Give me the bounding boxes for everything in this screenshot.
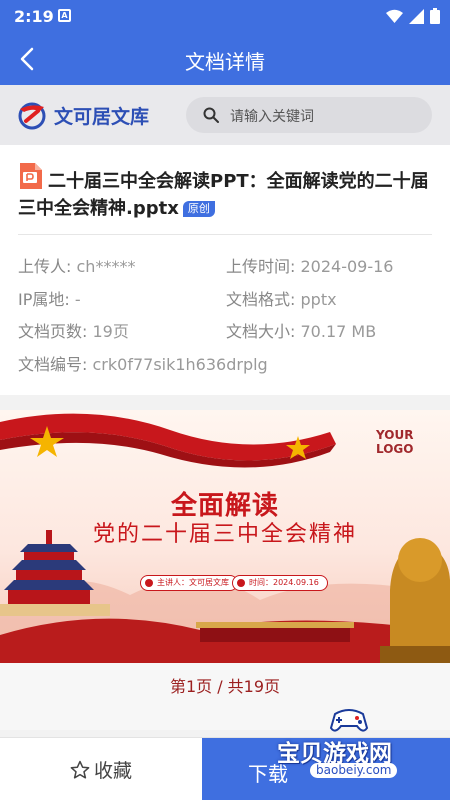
meta-file-size: 文档大小: 70.17 MB	[226, 318, 376, 342]
brand-logo[interactable]: 文可居文库	[16, 99, 149, 131]
document-preview: YOUR LOGO 全面解读 党的二十届三中全会精神 主讲人：文可居文库 时间：…	[0, 410, 450, 730]
meta-value: ch*****	[76, 257, 136, 276]
original-badge: 原创	[182, 201, 215, 217]
brand-name: 文可居文库	[54, 105, 150, 128]
page-indicator: 第1页 / 共19页	[169, 677, 281, 696]
status-bar: 2:19 A	[0, 0, 450, 33]
document-title: 二十届三中全会解读PPT：全面解读党的二十届三中全会精神.pptx	[18, 171, 429, 219]
wifi-icon	[386, 9, 403, 23]
app-bar: 文档详情	[0, 33, 450, 85]
slide-logo-text: YOUR LOGO	[376, 428, 414, 456]
search-row: 文可居文库 请输入关键词	[0, 85, 450, 145]
meta-label: 文档页数:	[18, 322, 88, 341]
meta-value: crk0f77sik1h636drplg	[92, 355, 268, 374]
meta-value: -	[74, 290, 81, 309]
meta-value: pptx	[300, 290, 337, 309]
signal-icon	[409, 8, 424, 24]
slide-presenter: 主讲人：文可居文库	[140, 575, 238, 591]
search-input[interactable]: 请输入关键词	[186, 97, 432, 133]
meta-value: 70.17 MB	[300, 322, 377, 341]
meta-page-count: 文档页数: 19页	[18, 318, 129, 342]
meta-label: 上传人:	[18, 257, 72, 276]
page-title: 文档详情	[185, 50, 265, 74]
meta-label: 文档编号:	[18, 355, 88, 374]
favorite-button[interactable]: 收藏	[0, 738, 202, 800]
notification-icon: A	[58, 9, 71, 22]
search-icon	[203, 107, 219, 123]
slide-thumbnail[interactable]: YOUR LOGO 全面解读 党的二十届三中全会精神 主讲人：文可居文库 时间：…	[0, 410, 450, 663]
meta-ip-location: IP属地: -	[18, 286, 81, 310]
star-icon	[70, 760, 90, 779]
divider	[18, 234, 432, 235]
meta-label: 文档格式:	[226, 290, 296, 309]
download-button[interactable]: 下载	[202, 738, 450, 800]
document-info-card: 二十届三中全会解读PPT：全面解读党的二十届三中全会精神.pptx 原创 上传人:…	[0, 145, 450, 395]
meta-value: 2024-09-16	[300, 257, 394, 276]
ppt-file-icon	[20, 163, 42, 189]
bottom-action-bar: 收藏 下载	[0, 737, 450, 800]
meta-upload-time: 上传时间: 2024-09-16	[226, 253, 393, 277]
download-label: 下载	[248, 762, 288, 786]
meta-label: 文档大小:	[226, 322, 296, 341]
brand-logo-icon	[18, 102, 46, 130]
status-time: 2:19	[14, 7, 54, 26]
meta-format: 文档格式: pptx	[226, 286, 337, 310]
meta-value: 19页	[92, 322, 129, 341]
meta-document-id: 文档编号: crk0f77sik1h636drplg	[18, 351, 268, 375]
favorite-label: 收藏	[93, 760, 132, 782]
document-title-block: 二十届三中全会解读PPT：全面解读党的二十届三中全会精神.pptx 原创	[18, 163, 432, 222]
search-placeholder: 请输入关键词	[230, 109, 314, 125]
meta-label: 上传时间:	[226, 257, 296, 276]
slide-subheading: 党的二十届三中全会精神	[92, 522, 357, 547]
battery-icon	[430, 8, 440, 24]
meta-uploader: 上传人: ch*****	[18, 253, 135, 277]
slide-date: 时间：2024.09.16	[232, 575, 328, 591]
system-icons	[386, 8, 440, 24]
meta-label: IP属地:	[18, 290, 70, 309]
